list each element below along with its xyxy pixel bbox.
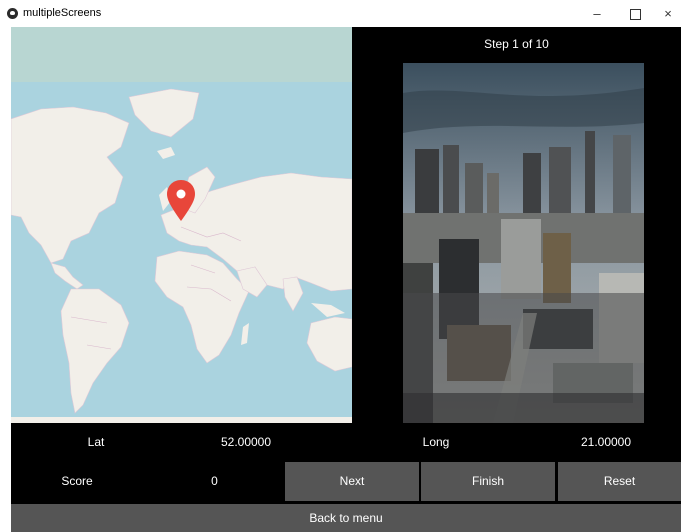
step-indicator: Step 1 of 10	[484, 37, 549, 51]
minimize-button[interactable]: –	[580, 0, 614, 27]
lat-label: Lat	[87, 435, 105, 449]
map-canvas	[11, 27, 352, 423]
action-row: Score 0 Next Finish Reset	[11, 462, 681, 501]
long-value: 21.00000	[580, 435, 632, 449]
window-title: multipleScreens	[23, 7, 102, 19]
next-button[interactable]: Next	[285, 462, 419, 501]
close-button[interactable]: ×	[655, 0, 681, 27]
score-label: Score	[61, 474, 93, 488]
app-logo-icon	[7, 8, 18, 19]
world-map[interactable]	[11, 27, 352, 423]
long-label: Long	[422, 435, 450, 449]
title-bar: multipleScreens – ×	[0, 0, 681, 27]
reset-button[interactable]: Reset	[558, 462, 681, 501]
finish-button[interactable]: Finish	[421, 462, 555, 501]
coordinates-row: Lat 52.00000 Long 21.00000	[11, 428, 681, 457]
location-photo	[403, 63, 644, 423]
score-value: 0	[211, 474, 218, 488]
photo-pane: Step 1 of 10	[352, 27, 681, 423]
back-to-menu-button[interactable]: Back to menu	[11, 504, 681, 532]
app-content: Step 1 of 10 Lat 52.00000 Long 21.00000 …	[11, 27, 681, 532]
maximize-button[interactable]	[618, 0, 652, 27]
maximize-icon	[629, 9, 641, 21]
lat-value: 52.00000	[220, 435, 272, 449]
